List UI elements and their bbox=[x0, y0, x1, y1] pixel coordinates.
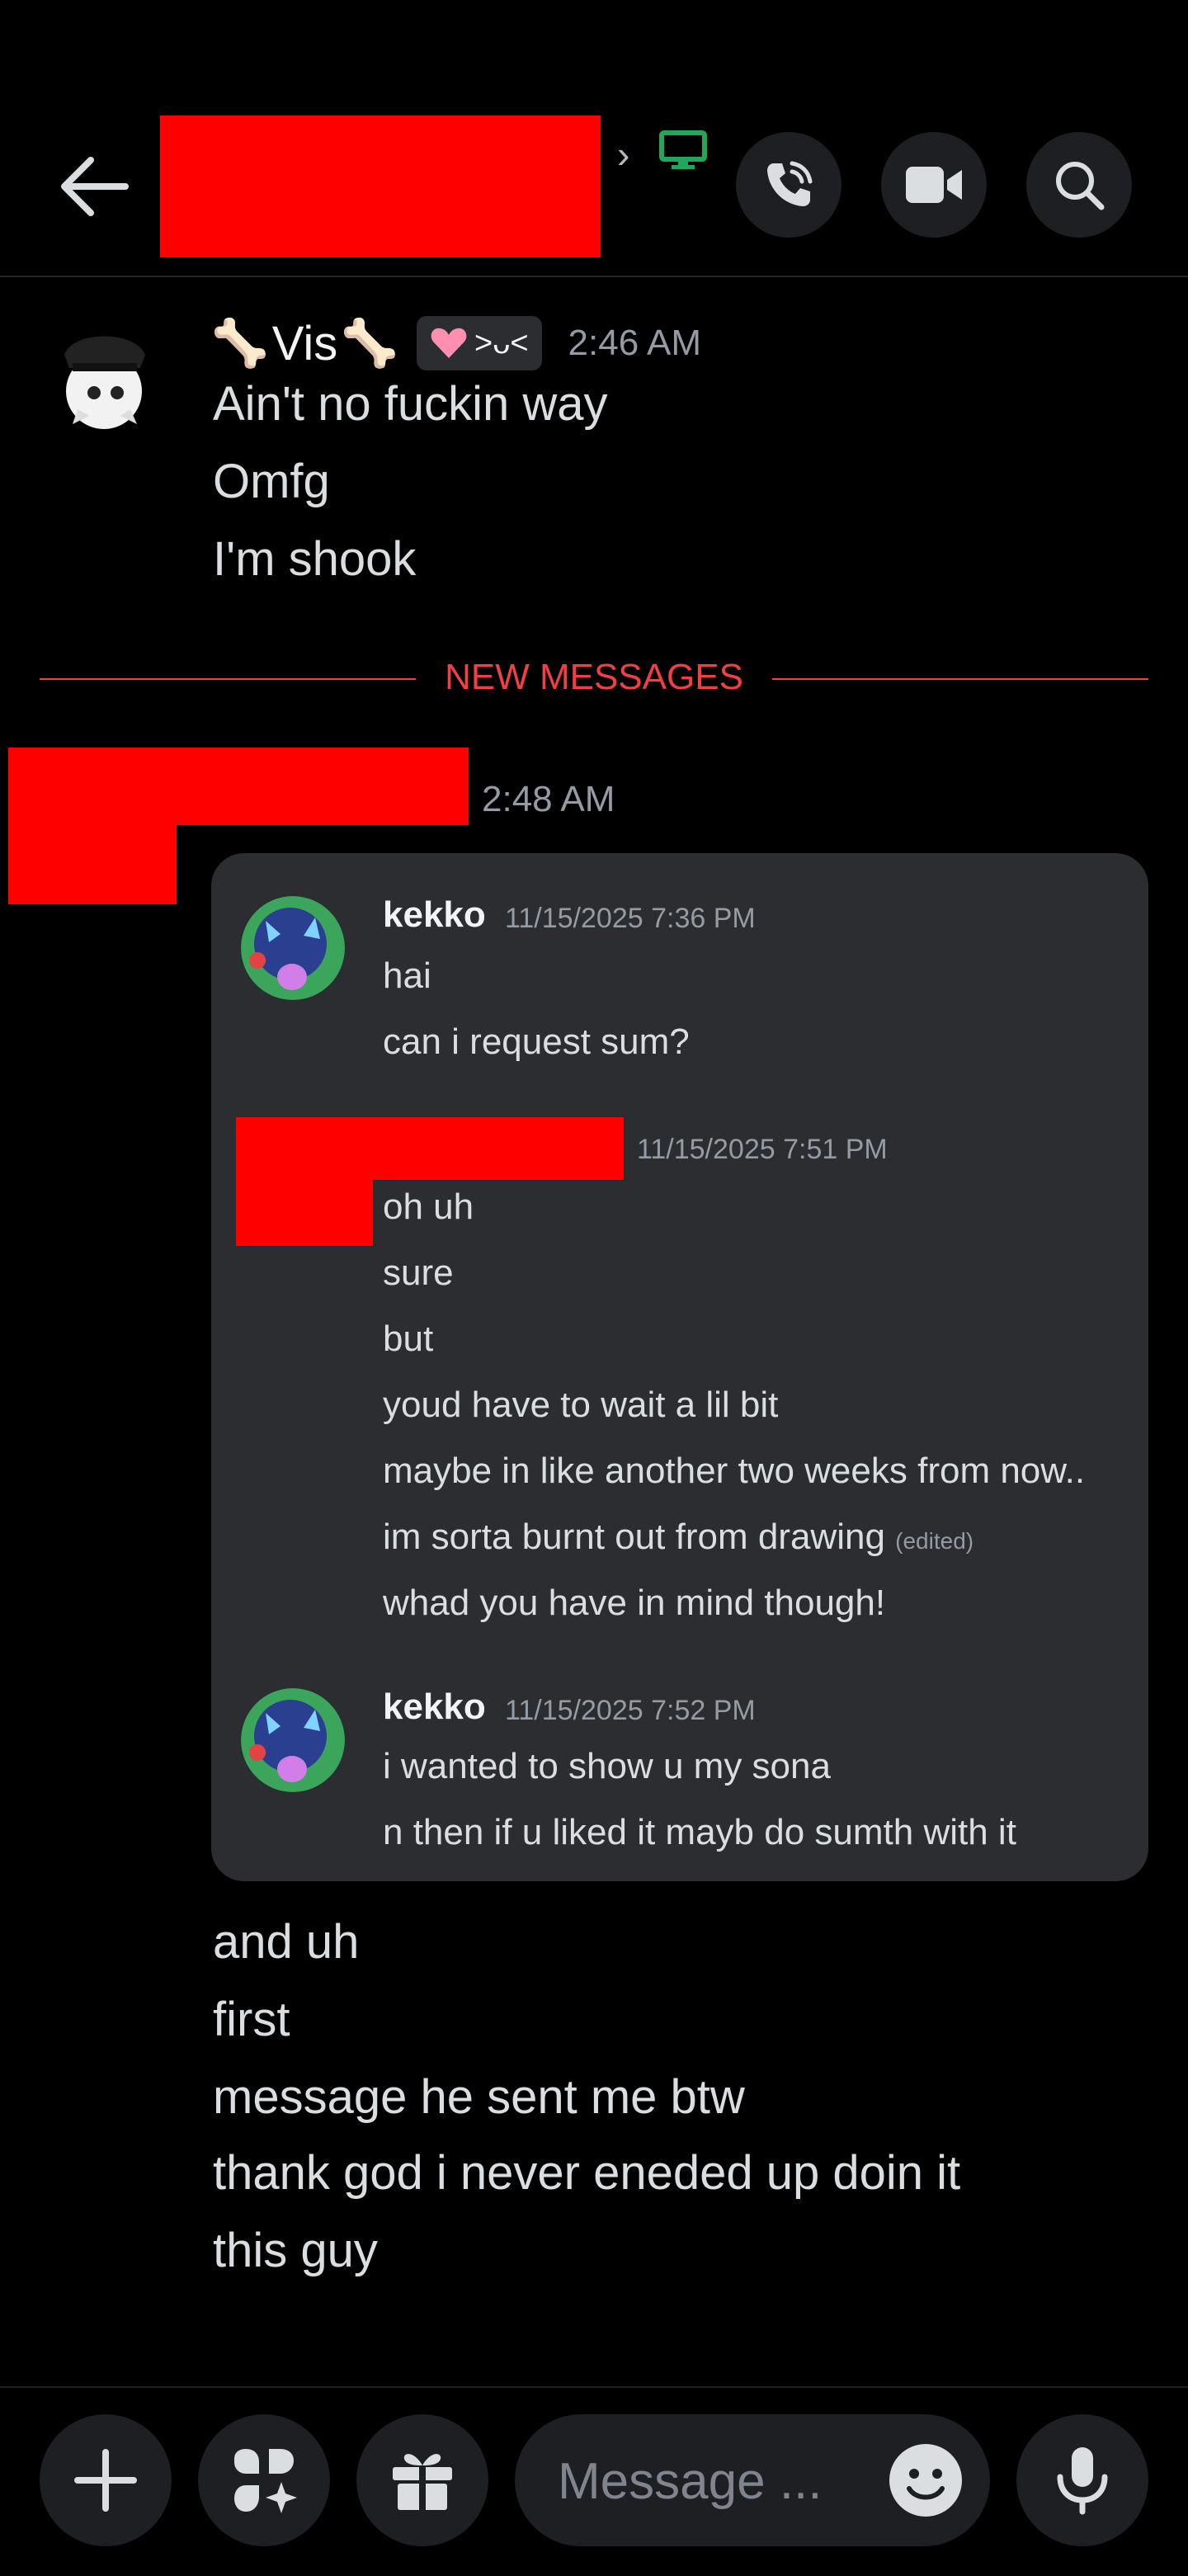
avatar-kekko[interactable] bbox=[241, 1688, 345, 1792]
forwarded-line: youd have to wait a lil bit bbox=[383, 1385, 779, 1425]
monitor-icon bbox=[658, 130, 708, 172]
plus-icon bbox=[74, 2449, 137, 2512]
forwarded-timestamp: 11/15/2025 7:36 PM bbox=[505, 903, 756, 934]
forwarded-timestamp: 11/15/2025 7:51 PM bbox=[637, 1134, 888, 1165]
forwarded-line: sure bbox=[383, 1253, 454, 1293]
apps-sparkle-icon bbox=[234, 2449, 297, 2513]
message-input-placeholder: Message ... bbox=[558, 2453, 823, 2510]
forwarded-line: but bbox=[383, 1319, 434, 1359]
message-timestamp: 2:48 AM bbox=[482, 779, 615, 819]
redacted-author-name[interactable] bbox=[8, 748, 469, 825]
forwarded-line: im sorta burnt out from drawing bbox=[383, 1517, 885, 1557]
redacted-avatar[interactable] bbox=[8, 825, 177, 904]
video-camera-icon bbox=[906, 167, 962, 203]
message-line: Ain't no fuckin way bbox=[213, 377, 608, 431]
voice-call-button[interactable] bbox=[736, 132, 842, 238]
bone-emoji-left: 🦴 bbox=[211, 317, 269, 369]
new-messages-label: NEW MESSAGES bbox=[445, 657, 743, 697]
forwarded-line: oh uh bbox=[383, 1187, 474, 1227]
back-button[interactable] bbox=[58, 153, 132, 219]
message-line: I'm shook bbox=[213, 532, 417, 586]
forwarded-line-edited: im sorta burnt out from drawing (edited) bbox=[383, 1517, 974, 1558]
gift-icon bbox=[393, 2454, 452, 2510]
avatar-kekko[interactable] bbox=[241, 896, 345, 1000]
bone-emoji-right: 🦴 bbox=[341, 317, 398, 369]
forwarded-author[interactable]: kekko bbox=[383, 894, 486, 936]
message-line: thank god i never eneded up doin it bbox=[213, 2146, 961, 2200]
forwarded-line: maybe in like another two weeks from now… bbox=[383, 1451, 1086, 1491]
forwarded-author[interactable]: kekko bbox=[383, 1687, 486, 1728]
emoji-button[interactable] bbox=[886, 2441, 965, 2520]
forwarded-line: i wanted to show u my sona bbox=[383, 1746, 831, 1786]
voice-message-button[interactable] bbox=[1016, 2414, 1148, 2546]
redacted-forwarded-avatar[interactable] bbox=[236, 1180, 373, 1246]
redacted-channel-name[interactable] bbox=[160, 116, 601, 257]
emoji-smile-icon bbox=[889, 2444, 962, 2517]
message-timestamp: 2:46 AM bbox=[568, 323, 701, 363]
edited-label: (edited) bbox=[895, 1528, 974, 1554]
pink-heart-icon bbox=[431, 328, 467, 358]
arrow-left-icon bbox=[61, 157, 129, 216]
avatar-vis[interactable] bbox=[40, 318, 168, 434]
author-name[interactable]: Vis bbox=[272, 316, 338, 371]
gift-button[interactable] bbox=[356, 2414, 488, 2546]
message-line: first bbox=[213, 1993, 290, 2046]
new-messages-line-right bbox=[772, 678, 1148, 680]
search-icon bbox=[1056, 162, 1105, 210]
attach-button[interactable] bbox=[40, 2414, 172, 2546]
message-input[interactable]: Message ... bbox=[515, 2414, 990, 2546]
forwarded-messages-card[interactable]: kekko 11/15/2025 7:36 PM hai can i reque… bbox=[211, 853, 1148, 1881]
forwarded-timestamp: 11/15/2025 7:52 PM bbox=[505, 1695, 756, 1726]
video-call-button[interactable] bbox=[881, 132, 987, 238]
message1-header: 🦴 Vis 🦴 >ᴗ< 2:46 AM bbox=[211, 312, 701, 375]
message-line: this guy bbox=[213, 2224, 378, 2277]
redacted-forwarded-author[interactable] bbox=[236, 1117, 624, 1180]
search-button[interactable] bbox=[1026, 132, 1132, 238]
forwarded-line: n then if u liked it mayb do sumth with … bbox=[383, 1812, 1016, 1852]
message-line: and uh bbox=[213, 1915, 360, 1969]
phone-call-icon bbox=[767, 161, 813, 206]
microphone-icon bbox=[1057, 2447, 1108, 2515]
forwarded-line: can i request sum? bbox=[383, 1021, 690, 1062]
clan-tag[interactable]: >ᴗ< bbox=[417, 316, 542, 370]
clan-tag-text: >ᴗ< bbox=[474, 325, 529, 361]
message-line: message he sent me btw bbox=[213, 2070, 745, 2124]
forwarded-line: hai bbox=[383, 955, 431, 996]
chevron-right-icon[interactable]: › bbox=[617, 132, 629, 177]
forwarded-line: whad you have in mind though! bbox=[383, 1583, 886, 1623]
chat-header: › bbox=[0, 0, 1188, 277]
message-line: Omfg bbox=[213, 455, 330, 508]
apps-button[interactable] bbox=[198, 2414, 330, 2546]
